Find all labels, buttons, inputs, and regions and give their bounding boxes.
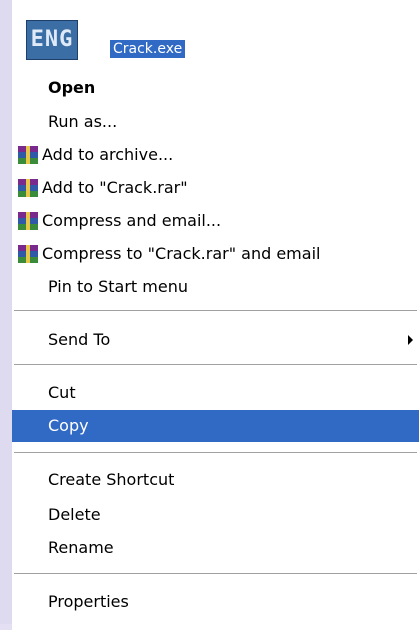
- menu-item-properties[interactable]: Properties: [12, 586, 419, 618]
- menu-item-run-as[interactable]: Run as...: [12, 106, 419, 138]
- menu-item-label: Send To: [48, 330, 111, 349]
- menu-item-compress-to-rar-and-email[interactable]: Compress to "Crack.rar" and email: [12, 238, 419, 270]
- menu-item-label: Open: [48, 78, 96, 97]
- menu-item-copy[interactable]: Copy: [12, 410, 419, 442]
- menu-separator: [14, 573, 417, 574]
- menu-item-create-shortcut[interactable]: Create Shortcut: [12, 464, 419, 496]
- menu-item-label: Add to archive...: [42, 145, 174, 164]
- menu-item-delete[interactable]: Delete: [12, 499, 419, 531]
- menu-item-label: Pin to Start menu: [48, 277, 188, 296]
- menu-separator: [14, 310, 417, 311]
- menu-item-add-to-archive[interactable]: Add to archive...: [12, 139, 419, 171]
- file-icon-glyph: ENG: [30, 27, 74, 52]
- menu-item-label: Compress to "Crack.rar" and email: [42, 244, 321, 263]
- desktop-file-area: ENG Crack.exe: [12, 0, 419, 62]
- winrar-archive-icon: [18, 179, 38, 197]
- menu-item-label: Add to "Crack.rar": [42, 178, 188, 197]
- menu-item-label: Cut: [48, 383, 76, 402]
- menu-item-label: Run as...: [48, 112, 118, 131]
- menu-item-label: Create Shortcut: [48, 470, 175, 489]
- menu-item-label: Rename: [48, 538, 114, 557]
- menu-separator: [14, 364, 417, 365]
- menu-item-label: Compress and email...: [42, 211, 222, 230]
- menu-item-rename[interactable]: Rename: [12, 532, 419, 564]
- menu-item-label: Properties: [48, 592, 129, 611]
- winrar-archive-icon: [18, 212, 38, 230]
- menu-item-compress-and-email[interactable]: Compress and email...: [12, 205, 419, 237]
- menu-item-pin-to-start[interactable]: Pin to Start menu: [12, 271, 419, 303]
- submenu-arrow-icon: [408, 335, 413, 345]
- menu-item-cut[interactable]: Cut: [12, 377, 419, 409]
- menu-item-label: Copy: [48, 416, 89, 435]
- menu-item-add-to-rar[interactable]: Add to "Crack.rar": [12, 172, 419, 204]
- menu-item-open[interactable]: Open: [12, 72, 419, 104]
- exe-file-icon[interactable]: ENG: [26, 20, 78, 60]
- file-name-label[interactable]: Crack.exe: [110, 40, 186, 58]
- winrar-archive-icon: [18, 146, 38, 164]
- menu-item-send-to[interactable]: Send To: [12, 324, 419, 356]
- winrar-archive-icon: [18, 245, 38, 263]
- menu-separator: [14, 452, 417, 453]
- menu-item-label: Delete: [48, 505, 101, 524]
- desktop-edge: [0, 0, 12, 624]
- context-menu: Open Run as... Add to archive... Add to …: [12, 62, 419, 630]
